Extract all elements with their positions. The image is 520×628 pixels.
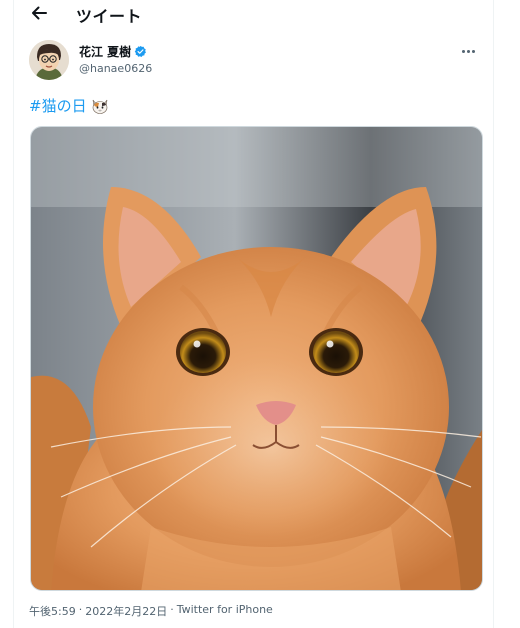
page-title: ツイート — [76, 7, 143, 26]
tweet-detail-panel: ツイート 花江 夏樹 @hanae0626 #猫の日 午後5:59 · 2022… — [13, 0, 494, 628]
tweet-date[interactable]: 2022年2月22日 — [85, 603, 167, 619]
tweet-photo[interactable] — [30, 126, 483, 591]
more-options-button[interactable] — [457, 44, 479, 58]
tweet-author: 花江 夏樹 @hanae0626 — [29, 40, 479, 82]
tweet-source[interactable]: Twitter for iPhone — [177, 603, 273, 619]
cat-photo — [31, 127, 482, 590]
author-name: 花江 夏樹 — [79, 45, 132, 59]
author-name-link[interactable]: 花江 夏樹 — [79, 43, 147, 60]
back-arrow-icon — [32, 6, 47, 20]
hashtag-link[interactable]: #猫の日 — [29, 95, 87, 116]
verified-badge-icon — [134, 45, 147, 58]
top-bar: ツイート — [14, 0, 495, 30]
avatar-illustration — [29, 40, 69, 80]
back-button[interactable] — [28, 2, 50, 24]
avatar[interactable] — [29, 40, 69, 80]
author-handle[interactable]: @hanae0626 — [79, 62, 152, 75]
tweet-timestamp: 午後5:59 · 2022年2月22日 · Twitter for iPhone — [29, 603, 273, 619]
more-options-icon — [461, 49, 475, 53]
meta-separator: · — [78, 603, 83, 616]
tweet-text: #猫の日 — [29, 95, 109, 116]
cat-face-emoji — [91, 97, 109, 115]
tweet-time[interactable]: 午後5:59 — [29, 603, 76, 619]
meta-separator: · — [170, 603, 174, 616]
